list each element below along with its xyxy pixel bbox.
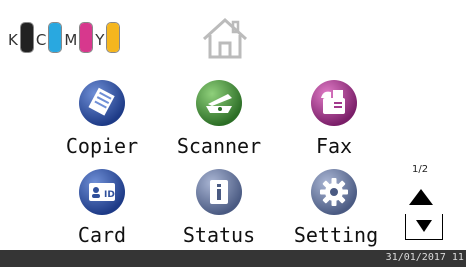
home-button[interactable]: [200, 15, 250, 61]
copier-label: Copier: [65, 134, 139, 158]
house-icon: [202, 17, 248, 59]
svg-text:ID: ID: [104, 190, 115, 200]
toner-magenta-letter: M: [64, 30, 78, 49]
scanner-icon: [196, 80, 242, 126]
toner-black-letter: K: [8, 30, 18, 49]
info-icon: [196, 169, 242, 215]
toner-yellow-letter: Y: [95, 30, 105, 49]
page-indicator: 1/2: [412, 164, 429, 175]
triangle-down-icon: [416, 220, 432, 232]
triangle-up-icon: [409, 189, 433, 205]
toner-black: K: [8, 21, 34, 53]
toner-yellow: Y: [95, 21, 121, 53]
fax-icon: [311, 80, 357, 126]
gear-icon: [311, 169, 357, 215]
scroll-down-button[interactable]: [405, 214, 443, 240]
toner-cyan-bar: [48, 21, 63, 53]
toner-yellow-bar: [106, 21, 121, 53]
date-time: 31/01/2017 11:57: [385, 252, 466, 263]
setting-label: Setting: [293, 223, 379, 247]
copier-icon: [79, 80, 125, 126]
id-card-icon: ID: [79, 169, 125, 215]
toner-cyan: C: [35, 21, 63, 53]
toner-magenta-bar: [79, 21, 94, 53]
scroll-up-button[interactable]: [405, 186, 437, 208]
status-bar: 31/01/2017 11:57: [0, 250, 466, 267]
toner-black-bar: [19, 21, 34, 53]
toner-magenta: M: [64, 21, 94, 53]
card-label: Card: [77, 223, 127, 247]
toner-levels: K C M Y: [8, 20, 122, 54]
scanner-label: Scanner: [176, 134, 262, 158]
toner-cyan-letter: C: [35, 30, 47, 49]
status-label: Status: [182, 223, 256, 247]
fax-label: Fax: [315, 134, 353, 158]
